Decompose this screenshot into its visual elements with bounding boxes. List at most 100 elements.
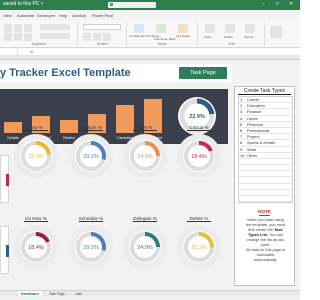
- format-label[interactable]: Format: [244, 35, 254, 39]
- task-type-number: 10: [240, 152, 245, 158]
- note-line: automatically.: [253, 257, 278, 262]
- status-donut-value: 22.9%: [189, 114, 205, 120]
- task-type-number: 1: [240, 97, 243, 102]
- column-headers: [0, 56, 300, 60]
- left-chart-sliver-1: [0, 155, 9, 203]
- align-top-icon[interactable]: [4, 24, 12, 32]
- title-bar: saved to this PC ˅ – □ ✕: [0, 0, 300, 10]
- note-body: When you start using the template, you m…: [238, 217, 293, 262]
- group-label-alignment: Alignment: [31, 42, 46, 46]
- tab-automate[interactable]: Automate: [17, 13, 34, 18]
- comma-icon[interactable]: [103, 33, 111, 41]
- task-type-number: 6: [240, 127, 243, 133]
- schedule-label-0: Do Now %: [16, 216, 56, 222]
- cell-styles-icon[interactable]: [178, 24, 188, 33]
- fx-icon[interactable]: fx: [30, 49, 33, 54]
- sliver-mark: [6, 174, 9, 186]
- sliver-mark: [6, 245, 9, 257]
- delete-label[interactable]: Delete: [224, 35, 233, 39]
- task-type-number: 9: [240, 146, 243, 152]
- currency-icon[interactable]: [83, 33, 91, 41]
- gauge-value: 18.4%: [28, 245, 44, 251]
- left-chart-sliver-2: [0, 226, 9, 274]
- ribbon-group-alignment: Alignment: [0, 22, 78, 46]
- schedule-label-3: Delete %: [179, 216, 219, 222]
- align-left-icon[interactable]: [4, 33, 12, 41]
- task-type-number: 5: [240, 121, 243, 127]
- schedule-gauge-1: 29.2%: [75, 231, 107, 263]
- priority-gauge-0: 22.9%: [20, 140, 52, 172]
- format-icon[interactable]: [245, 24, 255, 33]
- task-type-number: 3: [240, 109, 243, 115]
- gauge-value: 29.2%: [83, 245, 99, 251]
- align-center-icon[interactable]: [14, 33, 22, 41]
- task-type-name: Personal: [247, 121, 263, 127]
- search-box[interactable]: [108, 2, 156, 8]
- priority-gauge-3: 18.4%: [183, 140, 215, 172]
- task-type-name: Home: [247, 115, 258, 121]
- schedule-gauge-2: 24.8%: [129, 231, 161, 263]
- ribbon-group-cells: Insert Delete Format Cells: [199, 22, 265, 46]
- delete-icon[interactable]: [225, 24, 235, 33]
- schedule-label-2: Delegate %: [125, 216, 165, 222]
- file-save-status[interactable]: saved to this PC ˅: [3, 1, 44, 7]
- task-types-panel: Create Task Types 1 Career 2 Education 3 Fina…: [234, 86, 295, 286]
- ribbon: Alignment Number Conditional Formatting …: [0, 20, 300, 48]
- cell-styles-label[interactable]: Cell Styles: [176, 34, 190, 38]
- gauge-value: 29.2%: [83, 154, 99, 160]
- task-type-name: Finance: [247, 109, 262, 115]
- maximize-button[interactable]: □: [276, 1, 279, 7]
- close-button[interactable]: ✕: [289, 1, 293, 7]
- group-label-number: Number: [96, 42, 109, 46]
- task-type-number: 8: [240, 140, 243, 146]
- task-type-name: Career: [247, 97, 260, 102]
- schedule-gauge-3: 25.2%: [183, 231, 215, 263]
- gauge-value: 25.2%: [191, 245, 207, 251]
- task-type-number: 2: [240, 103, 243, 109]
- tab-help[interactable]: Help: [59, 13, 67, 18]
- conditional-formatting-icon[interactable]: [134, 24, 144, 33]
- number-format-select[interactable]: [83, 24, 121, 30]
- task-type-number: 7: [240, 134, 243, 140]
- tab-acrobat[interactable]: Acrobat: [72, 13, 86, 18]
- search-icon: [110, 3, 113, 6]
- group-label-cells: Cells: [227, 42, 236, 46]
- minimize-button[interactable]: –: [262, 1, 265, 7]
- task-page-button[interactable]: Task Page: [179, 67, 227, 79]
- group-label-styles: Styles: [158, 42, 167, 46]
- task-type-number: 4: [240, 115, 243, 121]
- priority-gauge-1: 29.2%: [75, 140, 107, 172]
- gauge-value: 18.4%: [191, 154, 207, 160]
- priority-label-3: Critical %: [179, 125, 219, 131]
- insert-icon[interactable]: [205, 24, 215, 33]
- tab-view[interactable]: View: [3, 13, 12, 18]
- tab-developer[interactable]: Developer: [37, 13, 55, 18]
- task-type-name: Sports & Health: [247, 140, 276, 146]
- format-as-table-icon[interactable]: [156, 24, 166, 33]
- schedule-gauge-0: 18.4%: [20, 231, 52, 263]
- name-box[interactable]: [0, 49, 18, 55]
- align-middle-icon[interactable]: [14, 24, 22, 32]
- task-type-name: Other: [247, 152, 258, 158]
- editing-icon[interactable]: [270, 26, 282, 38]
- percent-icon[interactable]: [93, 33, 101, 41]
- ribbon-group-number: Number: [79, 22, 127, 46]
- priority-label-2: High %: [125, 125, 165, 131]
- task-types-list[interactable]: 1 Career 2 Education 3 Finance 4 Home 5 Personal 6…: [238, 96, 293, 204]
- insert-label[interactable]: Insert: [204, 35, 212, 39]
- task-type-row[interactable]: [239, 196, 292, 203]
- align-right-icon[interactable]: [24, 33, 32, 41]
- task-types-title: Create Task Types: [235, 88, 294, 95]
- align-bottom-icon[interactable]: [24, 24, 32, 32]
- gauge-value: 24.8%: [137, 245, 153, 251]
- worksheet[interactable]: y Tracker Excel Template Task Page Detai…: [0, 56, 300, 290]
- ribbon-group-styles: Conditional Formatting Format as Table C…: [128, 22, 198, 46]
- wrap-text-button[interactable]: [40, 24, 70, 30]
- ribbon-tabs: View Automate Developer Help Acrobat Pow…: [0, 10, 300, 20]
- tab-power-pivot[interactable]: Power Pivot: [92, 13, 113, 18]
- schedule-label-1: Schedule %: [71, 216, 111, 222]
- merge-center-button[interactable]: [40, 33, 70, 39]
- formula-bar: fx: [0, 48, 300, 56]
- format-as-table-label[interactable]: Format as Table: [154, 37, 175, 41]
- dashboard-title: y Tracker Excel Template: [0, 67, 131, 79]
